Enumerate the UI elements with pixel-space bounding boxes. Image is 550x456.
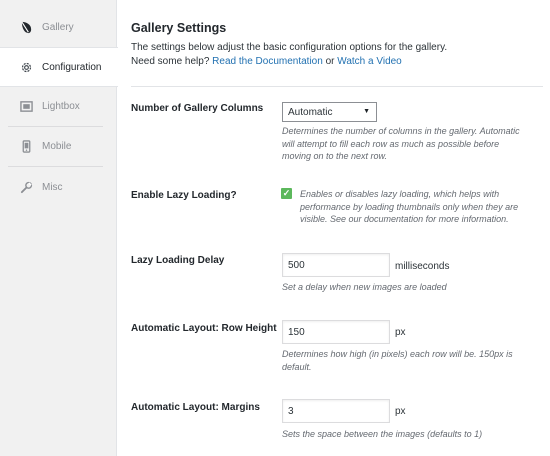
row-height-description: Determines how high (in pixels) each row… bbox=[282, 349, 513, 372]
gear-icon bbox=[19, 60, 33, 74]
or-text: or bbox=[325, 56, 335, 67]
divider bbox=[131, 86, 543, 87]
lazy-delay-value: 500 bbox=[288, 259, 305, 271]
tab-gallery[interactable]: Gallery bbox=[8, 8, 103, 48]
columns-label: Number of Gallery Columns bbox=[131, 103, 264, 114]
lazy-delay-description: Set a delay when new images are loaded bbox=[282, 282, 447, 292]
row-height-input[interactable]: 150 bbox=[282, 320, 390, 344]
tab-label: Gallery bbox=[42, 22, 74, 33]
wrench-icon bbox=[19, 180, 33, 194]
columns-select[interactable]: Automatic ▼ bbox=[282, 102, 377, 122]
tab-label: Configuration bbox=[42, 61, 102, 73]
settings-sidebar: Gallery Configuration Lightbox Mobile Mi… bbox=[0, 0, 118, 456]
margins-value: 3 bbox=[288, 405, 294, 417]
lazy-loading-label: Enable Lazy Loading? bbox=[131, 190, 237, 201]
margins-description: Sets the space between the images (defau… bbox=[282, 429, 483, 439]
smartphone-icon bbox=[19, 140, 33, 154]
row-height-value: 150 bbox=[288, 326, 305, 338]
settings-panel: Gallery Settings The settings below adju… bbox=[117, 0, 550, 456]
help-line: Need some help? Read the Documentation o… bbox=[131, 55, 447, 69]
tab-configuration[interactable]: Configuration bbox=[0, 47, 118, 87]
tab-mobile[interactable]: Mobile bbox=[8, 127, 103, 167]
row-height-unit: px bbox=[395, 327, 406, 338]
page-title: Gallery Settings bbox=[131, 21, 227, 35]
intro-line: The settings below adjust the basic conf… bbox=[131, 42, 448, 53]
lazy-loading-checkbox[interactable]: ✓ bbox=[281, 188, 292, 199]
checkmark-icon: ✓ bbox=[282, 188, 291, 198]
chevron-down-icon: ▼ bbox=[363, 108, 370, 115]
watch-video-link[interactable]: Watch a Video bbox=[337, 56, 401, 67]
documentation-link[interactable]: Read the Documentation bbox=[212, 56, 323, 67]
tab-misc[interactable]: Misc bbox=[8, 167, 103, 207]
margins-label: Automatic Layout: Margins bbox=[131, 402, 260, 413]
help-prefix: Need some help? bbox=[131, 56, 210, 67]
tab-label: Mobile bbox=[42, 141, 72, 152]
lazy-delay-label: Lazy Loading Delay bbox=[131, 255, 225, 266]
margins-unit: px bbox=[395, 406, 406, 417]
lazy-delay-unit: milliseconds bbox=[395, 261, 450, 272]
lazy-delay-input[interactable]: 500 bbox=[282, 253, 390, 277]
tab-lightbox[interactable]: Lightbox bbox=[8, 87, 103, 127]
margins-input[interactable]: 3 bbox=[282, 399, 390, 423]
columns-description: Determines the number of columns in the … bbox=[282, 126, 520, 161]
lazy-loading-description: Enables or disables lazy loading, which … bbox=[300, 189, 519, 224]
leaf-icon bbox=[19, 21, 33, 35]
tab-label: Misc bbox=[42, 181, 63, 193]
image-icon bbox=[19, 100, 33, 114]
columns-select-value: Automatic bbox=[288, 106, 333, 118]
row-height-label: Automatic Layout: Row Height bbox=[131, 323, 277, 334]
intro-text: The settings below adjust the basic conf… bbox=[131, 41, 447, 69]
tab-label: Lightbox bbox=[42, 101, 80, 112]
